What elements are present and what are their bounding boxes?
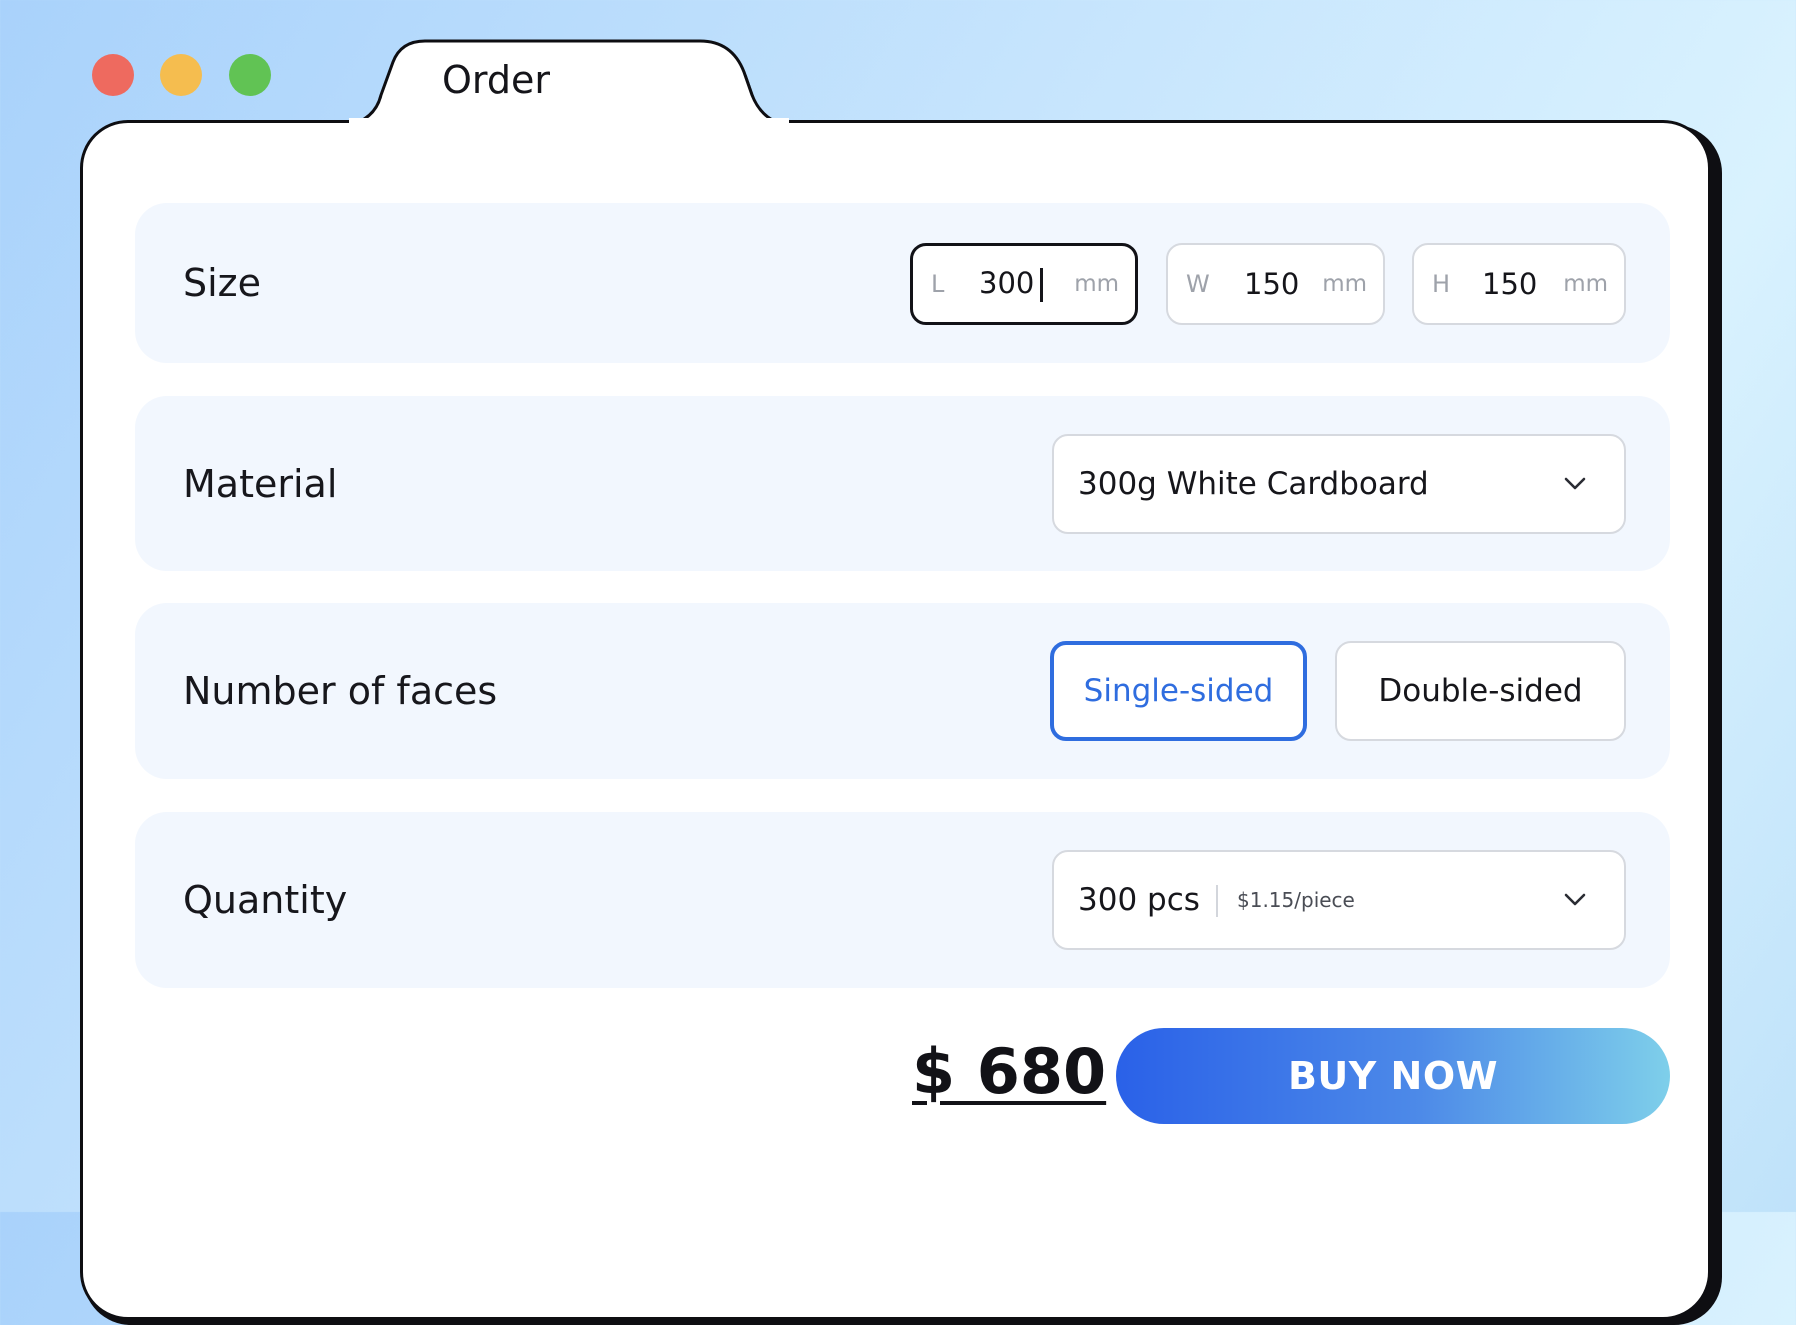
tab-order[interactable]: Order <box>442 58 550 102</box>
height-value: 150 <box>1482 267 1538 301</box>
quantity-select[interactable]: 300 pcs $1.15/piece <box>1052 850 1626 950</box>
single-sided-option[interactable]: Single-sided <box>1050 641 1307 741</box>
length-value: 300 <box>979 266 1035 300</box>
material-row: Material 300g White Cardboard <box>135 396 1670 571</box>
length-unit: mm <box>1074 271 1119 297</box>
quantity-row: Quantity 300 pcs $1.15/piece <box>135 812 1670 988</box>
buy-now-button[interactable]: BUY NOW <box>1116 1028 1670 1124</box>
quantity-selected-value: 300 pcs <box>1078 882 1200 918</box>
text-caret <box>1040 268 1044 302</box>
length-input[interactable]: L 300 mm <box>910 243 1138 325</box>
chevron-down-icon <box>1564 893 1586 906</box>
faces-label: Number of faces <box>183 669 498 713</box>
quantity-label: Quantity <box>183 878 348 922</box>
material-selected-value: 300g White Cardboard <box>1078 466 1429 502</box>
total-price: $ 680 <box>912 1035 1107 1108</box>
length-prefix: L <box>931 270 945 298</box>
height-unit: mm <box>1563 271 1608 297</box>
width-input[interactable]: W 150 mm <box>1166 243 1385 325</box>
size-row: Size L 300 mm W 150 mm H 150 mm <box>135 203 1670 363</box>
faces-row: Number of faces Single-sided Double-side… <box>135 603 1670 779</box>
height-input[interactable]: H 150 mm <box>1412 243 1626 325</box>
double-sided-option[interactable]: Double-sided <box>1335 641 1626 741</box>
width-value: 150 <box>1244 267 1300 301</box>
width-unit: mm <box>1322 271 1367 297</box>
length-value-wrapper: 300 <box>979 266 1044 302</box>
size-label: Size <box>183 261 262 305</box>
unit-price: $1.15/piece <box>1237 888 1355 912</box>
height-prefix: H <box>1432 270 1451 298</box>
quantity-divider <box>1216 885 1218 917</box>
width-prefix: W <box>1186 270 1210 298</box>
material-label: Material <box>183 461 338 506</box>
chevron-down-icon <box>1564 477 1586 490</box>
material-select[interactable]: 300g White Cardboard <box>1052 434 1626 534</box>
